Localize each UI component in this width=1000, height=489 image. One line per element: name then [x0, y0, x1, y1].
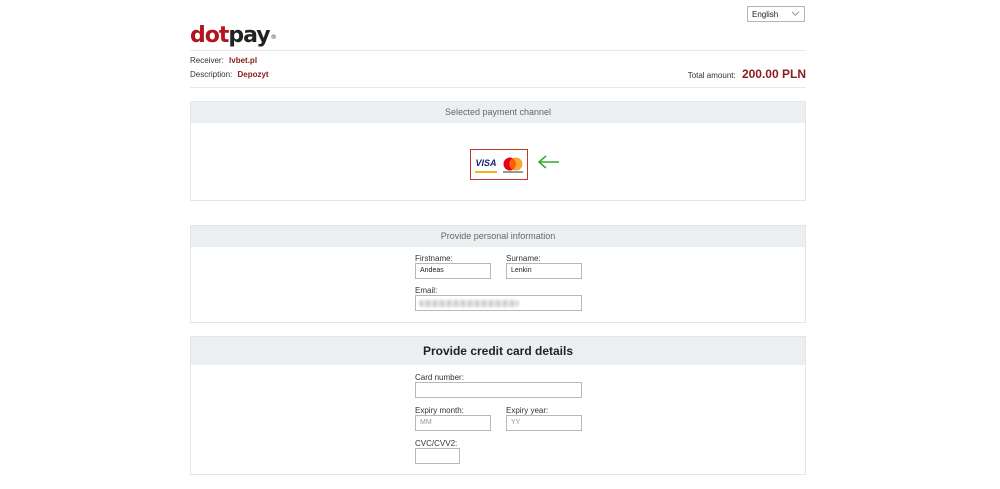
- card-details-panel: Provide credit card details Card number:…: [190, 336, 806, 475]
- chevron-down-icon: [791, 11, 800, 16]
- personal-info-title: Provide personal information: [191, 226, 805, 247]
- total-value: 200.00 PLN: [741, 67, 806, 81]
- total-amount: Total amount: 200.00 PLN: [688, 67, 806, 81]
- arrow-left-icon: [537, 155, 559, 169]
- visa-underline: [475, 171, 497, 173]
- receiver-value: lvbet.pl: [229, 56, 258, 65]
- firstname-field[interactable]: Andeas: [415, 263, 491, 279]
- email-label: Email:: [415, 286, 438, 295]
- expiry-year-field[interactable]: YY: [506, 415, 582, 431]
- email-redacted-value: [419, 300, 519, 307]
- receiver-label: Receiver:: [190, 56, 224, 65]
- logo-part-dot: dot: [190, 23, 229, 48]
- payment-channel-title: Selected payment channel: [191, 102, 805, 123]
- payment-channel-panel: Selected payment channel VISA: [190, 101, 806, 201]
- description-value: Depozyt: [237, 70, 269, 79]
- visa-icon: VISA: [475, 157, 497, 168]
- surname-label: Surname:: [506, 254, 541, 263]
- mastercard-icon: [503, 157, 523, 171]
- logo-part-pay: pay: [228, 23, 270, 48]
- language-select[interactable]: English: [747, 6, 805, 22]
- expiry-year-label: Expiry year:: [506, 406, 549, 415]
- personal-info-panel: Provide personal information Firstname: …: [190, 225, 806, 323]
- dotpay-logo: dotpay®: [190, 23, 277, 48]
- cvc-field[interactable]: [415, 448, 460, 464]
- cvc-label: CVC/CVV2:: [415, 439, 458, 448]
- receiver-row: Receiver: lvbet.pl: [190, 56, 257, 65]
- description-label: Description:: [190, 70, 233, 79]
- card-channel-button[interactable]: VISA: [470, 149, 528, 180]
- surname-field[interactable]: Lenkin: [506, 263, 582, 279]
- divider: [190, 87, 806, 88]
- expiry-month-label: Expiry month:: [415, 406, 464, 415]
- card-number-label: Card number:: [415, 373, 464, 382]
- firstname-label: Firstname:: [415, 254, 453, 263]
- email-field[interactable]: [415, 295, 582, 311]
- card-details-title: Provide credit card details: [191, 337, 805, 365]
- expiry-month-field[interactable]: MM: [415, 415, 491, 431]
- logo-registered-mark: ®: [270, 34, 277, 41]
- language-select-value: English: [752, 10, 779, 19]
- visa-text: VISA: [475, 158, 496, 168]
- description-row: Description: Depozyt: [190, 70, 269, 79]
- total-label: Total amount:: [687, 71, 736, 80]
- divider: [190, 50, 806, 51]
- mastercard-wordmark: [503, 171, 523, 173]
- card-number-field[interactable]: [415, 382, 582, 398]
